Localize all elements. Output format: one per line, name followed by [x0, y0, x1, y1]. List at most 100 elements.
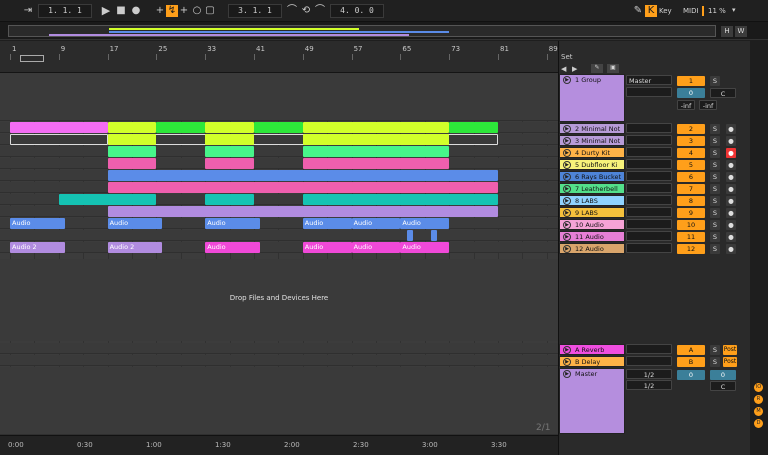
track-io[interactable] — [626, 147, 672, 157]
solo-button[interactable]: S — [710, 148, 720, 158]
punch-in-icon[interactable]: ⌒ — [286, 5, 298, 17]
w-zoom-button[interactable]: W — [735, 26, 747, 37]
track-lane-group[interactable] — [0, 73, 558, 121]
clip[interactable] — [449, 122, 498, 133]
loop-start-display[interactable]: 3. 1. 1 — [228, 4, 282, 18]
volume-field[interactable]: 0 — [677, 88, 705, 98]
arm-button[interactable]: ● — [726, 208, 736, 218]
arm-button[interactable]: ● — [726, 244, 736, 254]
arm-button[interactable]: ● — [726, 160, 736, 170]
clip[interactable]: Audio — [302, 242, 352, 253]
play-button[interactable]: ▶ — [100, 5, 112, 17]
return-activator[interactable]: B — [677, 357, 705, 367]
loop-switch-icon[interactable]: ⟲ — [300, 5, 312, 17]
track-fold-icon[interactable]: ▶ — [563, 76, 571, 84]
return-activator[interactable]: A — [677, 345, 705, 355]
track-io[interactable] — [626, 159, 672, 169]
track-activator[interactable]: 10 — [677, 220, 705, 230]
return-io[interactable] — [626, 356, 672, 366]
solo-button[interactable]: S — [710, 76, 720, 86]
track-fold-icon[interactable]: ▶ — [563, 221, 571, 229]
master-out-select[interactable]: 1/2 — [626, 380, 672, 390]
time-ruler[interactable]: 0:00 0:30 1:00 1:30 2:00 2:30 3:00 3:30 — [0, 435, 558, 455]
beat-ruler[interactable]: 1 9 17 25 33 41 49 57 65 73 81 89 — [0, 41, 558, 73]
clip[interactable] — [107, 206, 498, 217]
meter-peak-right[interactable]: -inf — [699, 100, 717, 110]
clip[interactable] — [107, 182, 498, 193]
track-fold-icon[interactable]: ▶ — [563, 137, 571, 145]
clip[interactable] — [302, 134, 450, 145]
clip[interactable] — [10, 134, 108, 145]
arm-button[interactable]: ● — [726, 232, 736, 242]
track-activator[interactable]: 5 — [677, 160, 705, 170]
io-toggle-icon[interactable]: IO — [754, 383, 763, 392]
meter-peak-left[interactable]: -inf — [677, 100, 695, 110]
track-fold-icon[interactable]: ▶ — [563, 370, 571, 378]
h-zoom-button[interactable]: H — [721, 26, 733, 37]
forward-icon[interactable]: ▶ — [572, 65, 582, 73]
drop-area[interactable]: Drop Files and Devices Here — [0, 259, 558, 341]
arm-button[interactable]: ● — [726, 124, 736, 134]
solo-button[interactable]: S — [710, 357, 720, 367]
track-io[interactable] — [626, 171, 672, 181]
track-activator[interactable]: 11 — [677, 232, 705, 242]
track-fold-icon[interactable]: ▶ — [563, 346, 571, 354]
input-select[interactable] — [626, 87, 672, 97]
track-header-track[interactable]: ▶ 10 Audio — [559, 219, 625, 230]
track-lane-return-b[interactable] — [0, 355, 558, 366]
lock-icon[interactable]: ▣ — [607, 64, 619, 73]
record-button[interactable]: ● — [130, 5, 142, 17]
track-activator[interactable]: 7 — [677, 184, 705, 194]
arm-button[interactable]: ● — [726, 136, 736, 146]
track-fold-icon[interactable]: ▶ — [563, 161, 571, 169]
session-record-button[interactable]: ○ — [191, 5, 203, 17]
track-fold-icon[interactable]: ▶ — [563, 209, 571, 217]
track-header-track[interactable]: ▶ 6 Rays Bucket — [559, 171, 625, 182]
track-header-track[interactable]: ▶ 8 LABS — [559, 195, 625, 206]
track-header-track[interactable]: ▶ 2 Minimal Not — [559, 123, 625, 134]
track-lane-master[interactable] — [0, 367, 558, 435]
punch-out-icon[interactable]: ⌒ — [314, 5, 326, 17]
overview-strip[interactable] — [8, 25, 716, 37]
track-io[interactable] — [626, 123, 672, 133]
track-header-group[interactable]: ▶ 1 Group — [559, 74, 625, 122]
edit-icon[interactable]: ✎ — [591, 64, 603, 73]
track-activator[interactable]: 9 — [677, 208, 705, 218]
clip[interactable] — [406, 230, 413, 241]
post-toggle[interactable]: Post — [723, 345, 737, 355]
clip[interactable] — [302, 194, 498, 205]
solo-button[interactable]: S — [710, 184, 720, 194]
clip[interactable] — [58, 194, 157, 205]
track-fold-icon[interactable]: ▶ — [563, 149, 571, 157]
clip[interactable] — [302, 158, 450, 169]
pan-field[interactable]: C — [710, 88, 736, 98]
track-lane[interactable] — [0, 218, 558, 229]
track-io[interactable] — [626, 231, 672, 241]
track-header-return[interactable]: ▶ A Reverb — [559, 344, 625, 355]
track-fold-icon[interactable]: ▶ — [563, 358, 571, 366]
clip[interactable]: Audio — [107, 218, 163, 229]
track-io[interactable] — [626, 207, 672, 217]
track-header-track[interactable]: ▶ 3 Minimal Not — [559, 135, 625, 146]
track-lane[interactable] — [0, 242, 558, 253]
draw-mode-icon[interactable]: ✎ — [632, 5, 644, 17]
cue-out-select[interactable]: 1/2 — [626, 369, 672, 379]
track-header-track[interactable]: ▶ 12 Audio — [559, 243, 625, 254]
stop-button[interactable]: ■ — [115, 5, 127, 17]
clip[interactable]: Audio — [351, 242, 401, 253]
track-lane[interactable] — [0, 146, 558, 157]
clip[interactable] — [205, 194, 254, 205]
track-activator[interactable]: 4 — [677, 148, 705, 158]
solo-button[interactable]: S — [710, 345, 720, 355]
solo-button[interactable]: S — [710, 208, 720, 218]
solo-button[interactable]: S — [710, 232, 720, 242]
automation-arm-button[interactable]: ↯ — [166, 5, 178, 17]
clip[interactable] — [205, 146, 254, 157]
track-lane[interactable] — [0, 230, 558, 241]
midi-map-label[interactable]: MIDI — [683, 7, 699, 15]
position-display[interactable]: 1. 1. 1 — [38, 4, 92, 18]
track-activator[interactable]: 12 — [677, 244, 705, 254]
delay-toggle-icon[interactable]: D — [754, 419, 763, 428]
master-volume[interactable]: 0 — [677, 370, 705, 380]
clip[interactable]: Audio — [400, 218, 450, 229]
